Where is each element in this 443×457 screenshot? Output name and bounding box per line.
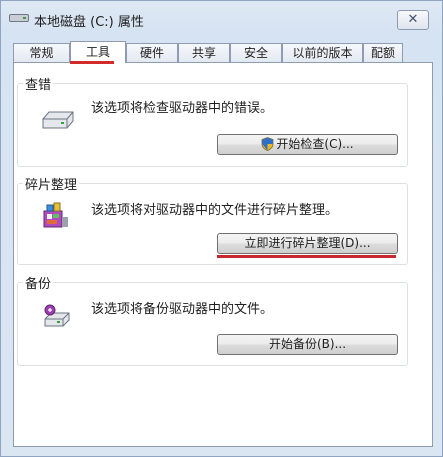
backup-title: 备份 — [23, 273, 54, 292]
tab-general[interactable]: 常规 — [13, 43, 70, 62]
error-check-description: 该选项将检查驱动器中的错误。 — [91, 101, 274, 116]
drive-icon — [9, 14, 29, 22]
defrag-title: 碎片整理 — [23, 174, 80, 193]
tab-quota[interactable]: 配额 — [363, 43, 403, 62]
error-check-title: 查错 — [23, 74, 54, 93]
start-check-button[interactable]: 开始检查(C)... — [217, 134, 398, 155]
tab-hardware[interactable]: 硬件 — [126, 43, 178, 62]
title-bar[interactable]: 本地磁盘 (C:) 属性 ✕ — [1, 1, 442, 35]
tab-tools[interactable]: 工具 — [70, 41, 126, 63]
window-title: 本地磁盘 (C:) 属性 — [34, 15, 144, 30]
tab-previous-versions[interactable]: 以前的版本 — [282, 43, 363, 62]
tab-bar: 常规 工具 硬件 共享 安全 以前的版本 配额 — [13, 41, 433, 63]
tab-highlight-underline — [70, 61, 114, 64]
start-backup-button[interactable]: 开始备份(B)... — [217, 334, 398, 355]
properties-dialog: 本地磁盘 (C:) 属性 ✕ 常规 工具 硬件 共享 安全 以前的版本 配额 查… — [0, 0, 443, 457]
defrag-description: 该选项将对驱动器中的文件进行碎片整理。 — [91, 203, 339, 218]
backup-icon — [44, 304, 70, 327]
start-check-label: 开始检查(C)... — [276, 137, 354, 151]
backup-description: 该选项将备份驱动器中的文件。 — [91, 302, 274, 317]
defragment-icon — [43, 202, 68, 228]
tab-security[interactable]: 安全 — [230, 43, 282, 62]
close-button[interactable]: ✕ — [397, 10, 429, 30]
defragment-now-button[interactable]: 立即进行碎片整理(D)... — [217, 233, 398, 254]
hard-drive-icon — [42, 111, 74, 129]
tab-sharing[interactable]: 共享 — [178, 43, 230, 62]
button-highlight-underline — [217, 255, 396, 258]
uac-shield-icon — [262, 137, 274, 151]
